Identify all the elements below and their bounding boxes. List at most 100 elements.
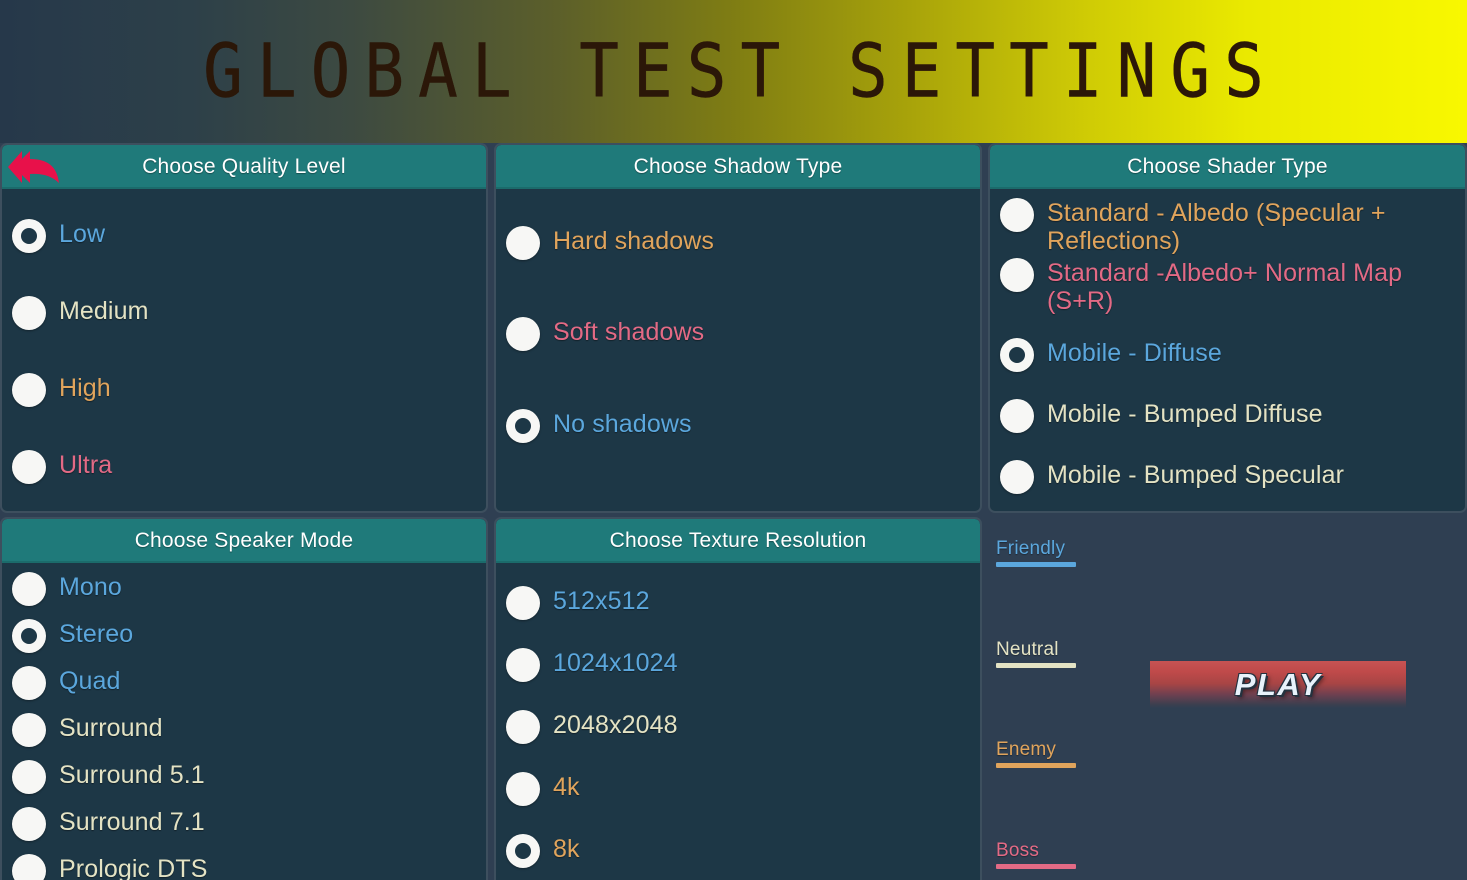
radio-label: Soft shadows — [553, 318, 705, 347]
radio-label: Low — [59, 220, 106, 248]
radio-row[interactable]: Surround 5.1 — [12, 759, 476, 794]
radio-row[interactable]: Standard - Albedo (Specular + Reflection… — [1000, 197, 1455, 255]
radio-icon[interactable] — [12, 373, 46, 407]
radio-row[interactable]: 2048x2048 — [506, 709, 970, 744]
radio-label: Standard - Albedo (Specular + Reflection… — [1047, 199, 1386, 255]
radio-label: Ultra — [59, 451, 113, 479]
radio-icon[interactable] — [506, 647, 540, 682]
radio-icon[interactable] — [1000, 460, 1034, 494]
radio-row[interactable]: Stereo — [12, 618, 476, 653]
legend-color-swatch — [996, 561, 1076, 567]
radio-icon[interactable] — [12, 450, 46, 484]
radio-row[interactable]: Medium — [12, 295, 476, 330]
radio-label: Mono — [59, 573, 122, 601]
radio-row[interactable]: Prologic DTS — [12, 853, 476, 880]
radio-label: Surround 7.1 — [59, 808, 205, 836]
page-header: Global Test Settings — [0, 0, 1467, 143]
radio-row[interactable]: 512x512 — [506, 585, 970, 620]
radio-label: Mobile - Bumped Diffuse — [1047, 400, 1323, 428]
faction-color-legend: Friendly Neutral Enemy Boss — [996, 539, 1091, 869]
legend-label: Enemy — [996, 739, 1057, 761]
radio-icon[interactable] — [506, 585, 540, 620]
radio-icon[interactable] — [12, 296, 46, 330]
legend-color-swatch — [996, 763, 1076, 769]
panel-quality-level-title: Choose Quality Level — [142, 155, 346, 178]
radio-label: 8k — [553, 835, 580, 864]
panel-shader-type-header: Choose Shader Type — [990, 145, 1465, 189]
legend-item-enemy: Enemy — [996, 739, 1091, 769]
radio-row[interactable]: Mobile - Bumped Diffuse — [1000, 398, 1455, 433]
radio-label: Prologic DTS — [59, 855, 208, 880]
radio-row[interactable]: Quad — [12, 665, 476, 700]
radio-row[interactable]: 4k — [506, 771, 970, 807]
radio-row[interactable]: 1024x1024 — [506, 647, 970, 682]
radio-icon[interactable] — [506, 408, 540, 443]
legend-color-swatch — [996, 662, 1076, 668]
radio-row[interactable]: No shadows — [506, 408, 970, 443]
radio-icon[interactable] — [506, 317, 540, 352]
panel-shadow-type-header: Choose Shadow Type — [496, 145, 980, 189]
panel-shader-type-options: Standard - Albedo (Specular + Reflection… — [990, 189, 1465, 511]
panel-speaker-mode-title: Choose Speaker Mode — [134, 529, 354, 552]
radio-row[interactable]: Surround 7.1 — [12, 806, 476, 841]
radio-label: 1024x1024 — [553, 648, 678, 677]
radio-icon[interactable] — [506, 834, 540, 869]
panel-speaker-mode-header: Choose Speaker Mode — [2, 519, 486, 563]
radio-icon[interactable] — [1000, 198, 1034, 232]
radio-row[interactable]: Ultra — [12, 449, 476, 484]
radio-label: Stereo — [59, 620, 134, 648]
radio-row[interactable]: Mobile - Diffuse — [1000, 337, 1455, 372]
radio-icon[interactable] — [506, 709, 540, 744]
radio-label: Mobile - Bumped Specular — [1047, 461, 1344, 489]
radio-label: Quad — [59, 667, 121, 695]
legend-and-play-area: Friendly Neutral Enemy Boss PLAY — [988, 517, 1467, 880]
radio-icon[interactable] — [12, 760, 46, 794]
panel-shadow-type-options: Hard shadows Soft shadows No shadows — [496, 189, 980, 511]
radio-row[interactable]: 8k — [506, 833, 970, 869]
back-arrow-icon[interactable] — [6, 148, 68, 186]
legend-label: Neutral — [996, 638, 1059, 660]
radio-row[interactable]: High — [12, 372, 476, 407]
radio-icon[interactable] — [12, 713, 46, 747]
legend-item-neutral: Neutral — [996, 638, 1091, 668]
panel-texture-resolution-options: 512x512 1024x1024 2048x2048 4k 8k — [496, 563, 980, 880]
settings-grid: Choose Quality Level Low Medium High Ult… — [0, 143, 1467, 880]
radio-row[interactable]: Surround — [12, 712, 476, 747]
radio-icon[interactable] — [12, 807, 46, 841]
radio-label: Mobile - Diffuse — [1047, 339, 1222, 367]
settings-screen: Global Test Settings Choose Quality Leve… — [0, 0, 1467, 880]
legend-item-boss: Boss — [996, 841, 1091, 869]
radio-icon[interactable] — [12, 219, 46, 253]
radio-icon[interactable] — [506, 772, 540, 807]
radio-icon[interactable] — [1000, 399, 1034, 433]
panel-shadow-type-title: Choose Shadow Type — [633, 155, 843, 178]
radio-icon[interactable] — [1000, 338, 1034, 372]
panel-quality-level-header: Choose Quality Level — [2, 145, 486, 189]
legend-item-friendly: Friendly — [996, 539, 1091, 567]
panel-speaker-mode: Choose Speaker Mode Mono Stereo Quad Sur… — [0, 517, 488, 880]
radio-row[interactable]: Mobile - Bumped Specular — [1000, 459, 1455, 494]
radio-icon[interactable] — [12, 572, 46, 606]
page-title: Global Test Settings — [203, 27, 1278, 115]
radio-row[interactable]: Mono — [12, 571, 476, 606]
panel-texture-resolution: Choose Texture Resolution 512x512 1024x1… — [494, 517, 982, 880]
radio-icon[interactable] — [12, 854, 46, 880]
radio-label: Surround 5.1 — [59, 761, 205, 789]
legend-color-swatch — [996, 864, 1076, 869]
radio-icon[interactable] — [1000, 258, 1034, 292]
radio-row[interactable]: Standard -Albedo+ Normal Map (S+R) — [1000, 257, 1455, 315]
panel-texture-resolution-title: Choose Texture Resolution — [609, 529, 867, 552]
legend-label: Boss — [996, 840, 1040, 862]
panel-quality-level-options: Low Medium High Ultra — [2, 189, 486, 511]
play-button-label: PLAY — [1234, 666, 1322, 702]
radio-label: High — [59, 374, 111, 402]
radio-row[interactable]: Hard shadows — [506, 225, 970, 261]
radio-row[interactable]: Soft shadows — [506, 316, 970, 352]
radio-icon[interactable] — [12, 666, 46, 700]
radio-icon[interactable] — [506, 226, 540, 261]
radio-label: 512x512 — [553, 586, 650, 615]
radio-row[interactable]: Low — [12, 218, 476, 253]
radio-icon[interactable] — [12, 619, 46, 653]
play-button[interactable]: PLAY — [1150, 661, 1406, 708]
panel-texture-resolution-header: Choose Texture Resolution — [496, 519, 980, 563]
